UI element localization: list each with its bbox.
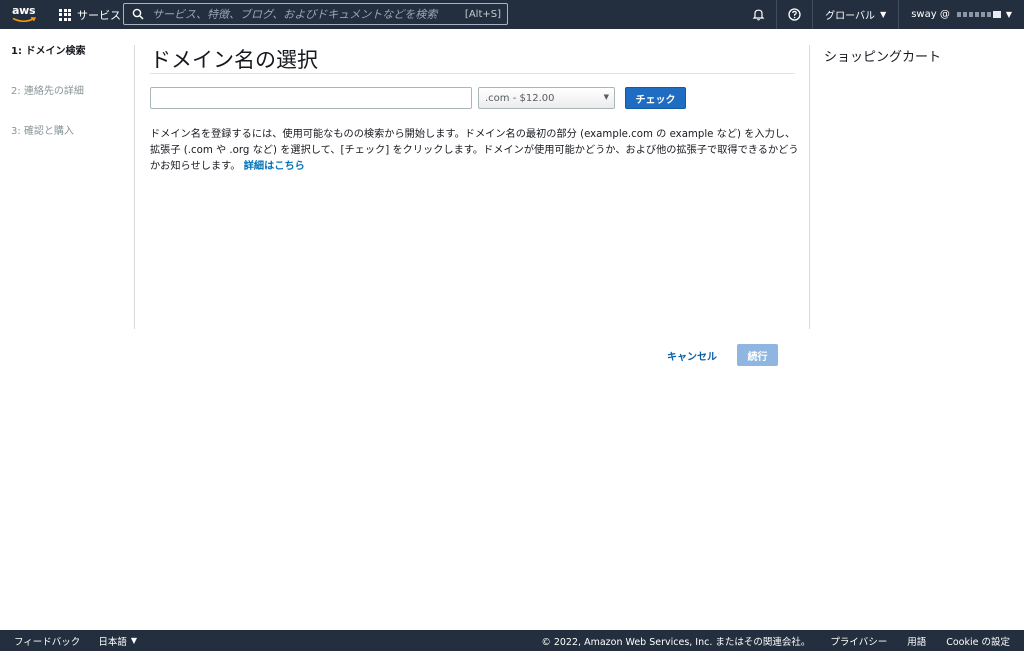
- footer: フィードバック 日本語 ▼ © 2022, Amazon Web Service…: [0, 630, 1024, 651]
- search-box[interactable]: [Alt+S]: [123, 3, 508, 25]
- caret-down-icon: ▼: [880, 10, 887, 19]
- tld-select[interactable]: .com - $12.00 ▼: [478, 87, 615, 109]
- search-shortcut-hint: [Alt+S]: [464, 8, 501, 20]
- privacy-link[interactable]: プライバシー: [830, 634, 887, 648]
- bell-icon: [752, 9, 765, 21]
- domain-name-input[interactable]: [150, 87, 472, 109]
- check-button[interactable]: チェック: [625, 87, 686, 109]
- grid-icon: [59, 8, 71, 21]
- page-title: ドメイン名の選択: [150, 48, 318, 72]
- title-divider: [150, 73, 795, 74]
- masked-account-id: [956, 11, 1001, 18]
- wizard-steps: 1: ドメイン検索 2: 連絡先の詳細 3: 確認と購入: [11, 46, 126, 166]
- shopping-cart-title: ショッピングカート: [824, 50, 942, 65]
- feedback-link[interactable]: フィードバック: [14, 634, 80, 648]
- description-text: ドメイン名を登録するには、使用可能なものの検索から開始します。ドメイン名の最初の…: [150, 127, 800, 175]
- notifications-button[interactable]: [740, 0, 776, 29]
- cart-divider: [809, 45, 810, 329]
- footer-right: © 2022, Amazon Web Services, Inc. またはその関…: [541, 630, 1010, 651]
- learn-more-link[interactable]: 詳細はこちら: [244, 161, 305, 172]
- step-contact-details: 2: 連絡先の詳細: [11, 86, 84, 97]
- language-label: 日本語: [98, 636, 127, 648]
- language-selector[interactable]: 日本語 ▼: [98, 634, 137, 648]
- help-icon: [788, 8, 801, 21]
- aws-logo-text: aws: [12, 4, 36, 17]
- help-button[interactable]: [776, 0, 812, 29]
- footer-left: フィードバック 日本語 ▼: [14, 630, 137, 651]
- caret-down-icon: ▼: [1005, 10, 1012, 19]
- aws-logo[interactable]: aws: [12, 5, 38, 24]
- terms-link[interactable]: 用語: [907, 634, 926, 648]
- search-icon: [132, 8, 144, 20]
- region-label: グローバル: [825, 11, 876, 22]
- region-selector[interactable]: グローバル ▼: [812, 0, 898, 29]
- step-review-purchase: 3: 確認と購入: [11, 126, 74, 137]
- search-input[interactable]: [152, 7, 465, 21]
- caret-down-icon: ▼: [130, 636, 137, 645]
- account-menu[interactable]: sway @ ▼: [898, 0, 1024, 29]
- continue-button[interactable]: 続行: [737, 344, 778, 366]
- caret-down-icon: ▼: [603, 93, 609, 101]
- tld-selected-value: .com - $12.00: [485, 92, 555, 104]
- account-label: sway @: [911, 9, 950, 20]
- copyright-text: © 2022, Amazon Web Services, Inc. またはその関…: [541, 636, 811, 648]
- cancel-button[interactable]: キャンセル: [667, 348, 717, 363]
- services-label: サービス: [77, 8, 121, 22]
- nav-right-group: グローバル ▼ sway @ ▼: [740, 0, 1024, 29]
- steps-divider: [134, 45, 135, 329]
- aws-smile-icon: [12, 17, 36, 23]
- step-domain-search: 1: ドメイン検索: [11, 46, 86, 57]
- top-navigation: aws サービス [Alt+S]: [0, 0, 1024, 29]
- cookie-settings-link[interactable]: Cookie の設定: [946, 634, 1010, 648]
- services-menu[interactable]: サービス: [59, 0, 121, 29]
